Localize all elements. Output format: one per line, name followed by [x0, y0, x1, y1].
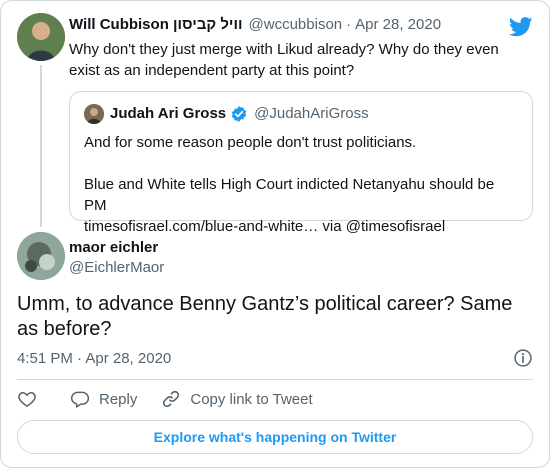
main-tweet-text: Umm, to advance Benny Gantz’s political … — [17, 293, 513, 340]
author-name[interactable]: maor eichler — [69, 238, 164, 258]
verified-badge-icon — [232, 106, 247, 122]
author-handle[interactable]: @JudahAriGross — [254, 104, 368, 124]
copy-link-button[interactable]: Copy link to Tweet — [161, 389, 313, 409]
reply-bubble-icon — [70, 391, 90, 408]
divider — [17, 379, 533, 380]
avatar-image — [84, 104, 104, 124]
quoted-tweet[interactable]: Judah Ari Gross @JudahAriGross And for s… — [69, 91, 533, 235]
author-handle[interactable]: @wccubbison — [249, 15, 343, 35]
like-button[interactable] — [17, 389, 37, 409]
avatar[interactable] — [17, 13, 65, 61]
reply-button[interactable]: Reply — [70, 389, 137, 409]
separator: · — [346, 16, 352, 33]
thread-line — [40, 65, 42, 227]
heart-icon — [18, 392, 36, 407]
tweet-timestamp[interactable]: 4:51 PM · Apr 28, 2020 — [17, 349, 171, 369]
parent-tweet-body: Will Cubbison וויל קביסון @wccubbison · … — [69, 15, 533, 81]
avatar-image — [17, 232, 65, 280]
tweet-date[interactable]: Apr 28, 2020 — [355, 15, 441, 35]
avatar-image — [17, 13, 65, 61]
quoted-tweet-line: Blue and White tells High Court indicted… — [84, 176, 495, 214]
author-handle[interactable]: @EichlerMaor — [69, 258, 164, 278]
tweet-actions: Reply Copy link to Tweet — [17, 389, 313, 409]
quoted-tweet-link-line[interactable]: timesofisrael.com/blue-and-white… via @t… — [84, 216, 518, 237]
parent-tweet-header: Will Cubbison וויל קביסון @wccubbison · … — [69, 15, 533, 35]
tweet-embed-card: Will Cubbison וויל קביסון @wccubbison · … — [0, 0, 550, 468]
quoted-tweet-text: And for some reason people don't trust p… — [84, 132, 518, 237]
link-icon — [163, 390, 180, 408]
parent-tweet[interactable]: Will Cubbison וויל קביסון @wccubbison · … — [17, 13, 533, 235]
avatar[interactable] — [84, 104, 104, 124]
reply-label: Reply — [99, 390, 138, 408]
explore-button[interactable]: Explore what's happening on Twitter — [17, 420, 533, 454]
info-icon[interactable] — [513, 348, 533, 368]
main-tweet-user: maor eichler @EichlerMaor — [69, 238, 164, 278]
quoted-tweet-header: Judah Ari Gross @JudahAriGross — [84, 104, 518, 124]
author-name[interactable]: Judah Ari Gross — [110, 104, 226, 124]
author-name[interactable]: Will Cubbison וויל קביסון — [69, 15, 243, 35]
avatar[interactable] — [17, 232, 65, 280]
twitter-bird-icon[interactable] — [509, 17, 533, 37]
quoted-tweet-line: And for some reason people don't trust p… — [84, 134, 417, 151]
copy-link-label: Copy link to Tweet — [190, 390, 313, 408]
parent-tweet-text: Why don't they just merge with Likud alr… — [69, 41, 499, 79]
